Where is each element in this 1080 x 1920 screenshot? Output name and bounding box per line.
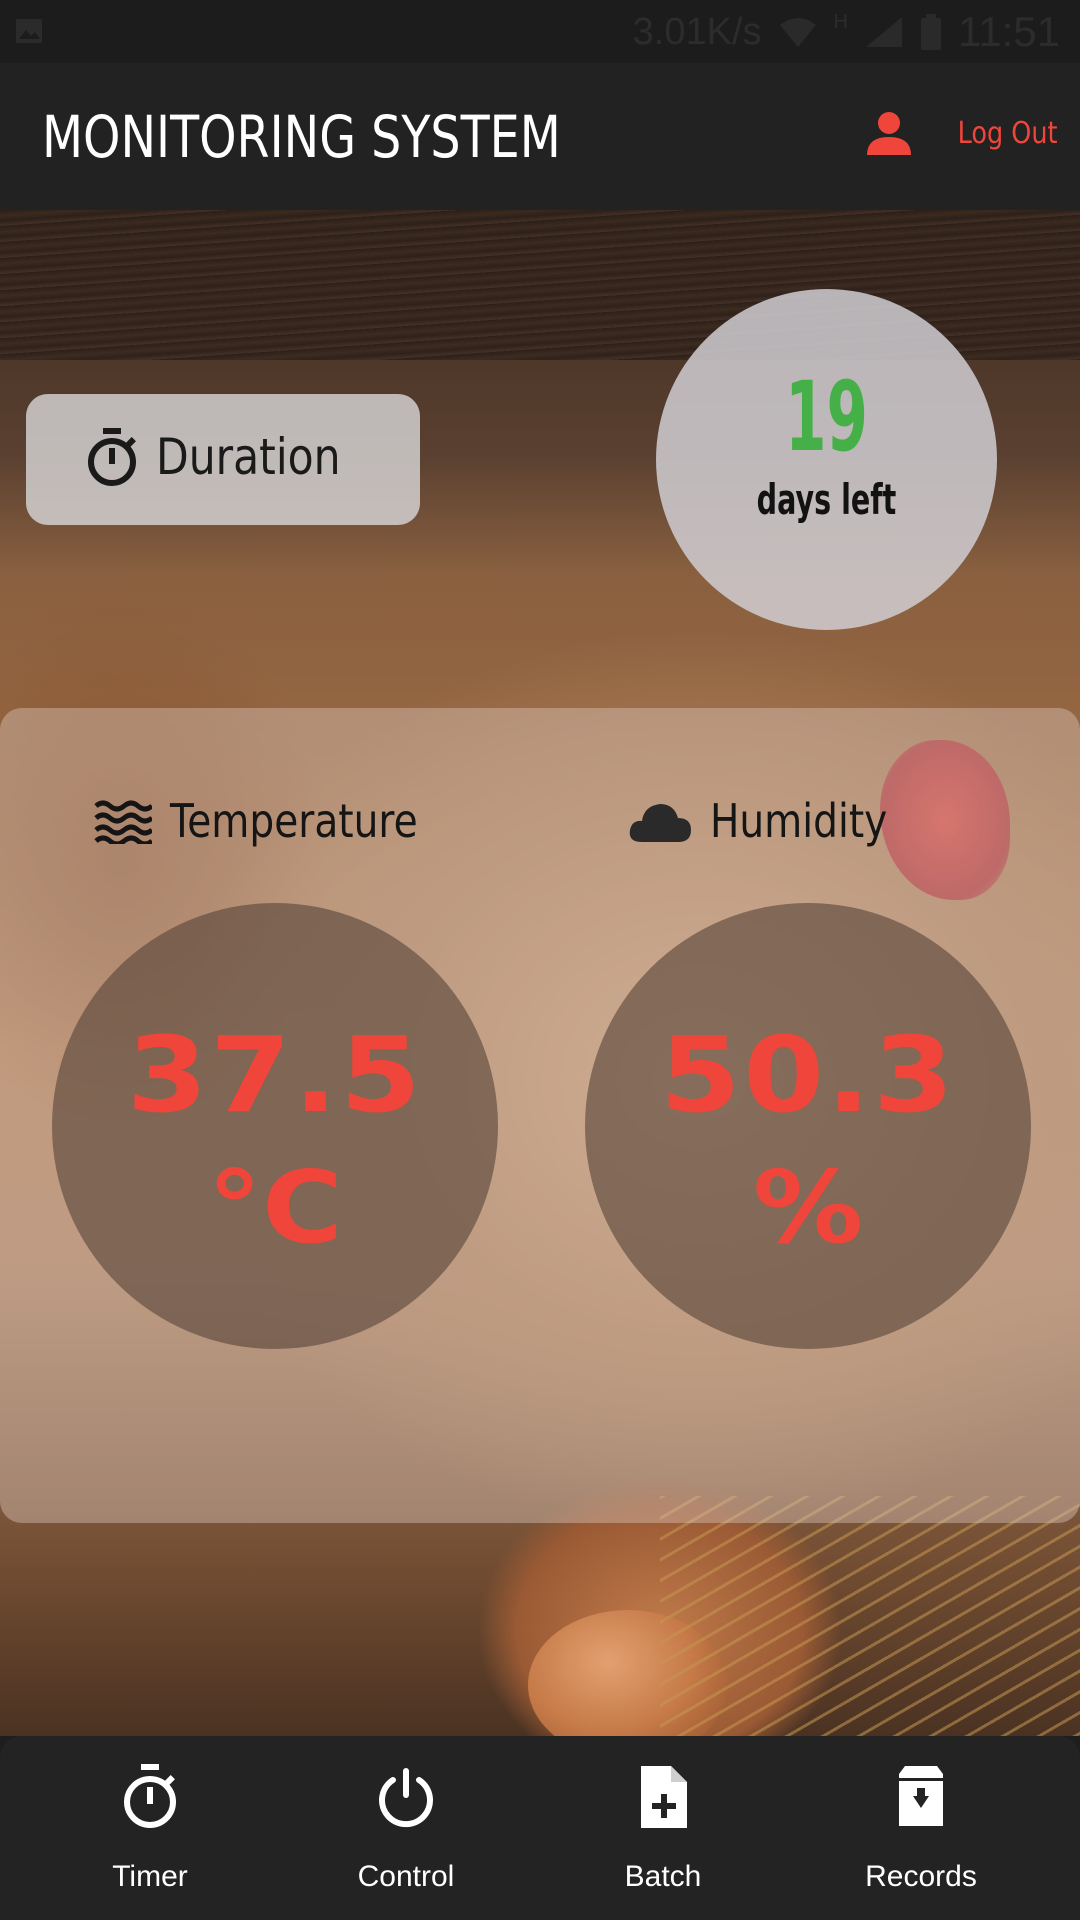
nav-item-control[interactable]: Control (271, 1736, 541, 1920)
temperature-value: 37.5 (126, 1014, 424, 1136)
clock: 11:51 (958, 8, 1060, 55)
status-bar: 3.01K/s H 11:51 (0, 0, 1080, 63)
bottom-nav: Timer Control Batch Records (0, 1736, 1080, 1920)
humidity-value: 50.3 (659, 1014, 957, 1136)
stopwatch-icon (124, 1764, 176, 1828)
logout-label: Log Out (958, 115, 1058, 151)
nav-label-control: Control (357, 1860, 455, 1893)
temperature-label: Temperature (170, 794, 418, 848)
status-right: 3.01K/s H 11:51 (633, 8, 1060, 56)
humidity-header: Humidity (628, 794, 919, 848)
logout-button[interactable]: Log Out (866, 111, 1058, 155)
power-icon (379, 1768, 433, 1828)
nav-label-records: Records (865, 1860, 977, 1893)
days-left-label: days left (756, 475, 897, 524)
temperature-header: Temperature (94, 794, 461, 848)
signal-type: H (833, 10, 848, 33)
nav-label-batch: Batch (624, 1860, 702, 1893)
person-icon (867, 112, 912, 155)
waves-icon (94, 800, 152, 844)
temperature-gauge: 37.5 °C (52, 903, 498, 1349)
days-left-value: 19 (785, 361, 868, 473)
app-bar: MONITORING SYSTEM Log Out (0, 63, 1080, 210)
readings-card: Temperature Humidity 37.5 °C 50.3 % (0, 708, 1080, 1523)
file-add-icon (641, 1766, 687, 1828)
nav-item-records[interactable]: Records (786, 1736, 1056, 1920)
humidity-unit: % (752, 1149, 864, 1266)
humidity-gauge: 50.3 % (585, 903, 1031, 1349)
duration-button[interactable]: Duration (26, 394, 420, 525)
wifi-icon (779, 18, 816, 47)
cloud-icon (629, 804, 691, 842)
stopwatch-icon (88, 428, 136, 486)
days-left-badge: 19 days left (656, 289, 997, 630)
duration-label: Duration (156, 428, 341, 486)
straw (660, 1496, 1080, 1736)
image-icon (16, 19, 42, 43)
archive-icon (899, 1766, 943, 1826)
signal-icon (866, 17, 902, 47)
nav-label-timer: Timer (112, 1860, 188, 1893)
app-title: MONITORING SYSTEM (42, 103, 561, 171)
network-speed: 3.01K/s (632, 10, 762, 53)
humidity-label: Humidity (710, 794, 888, 848)
battery-icon (921, 14, 941, 50)
nav-item-batch[interactable]: Batch (528, 1736, 798, 1920)
nav-item-timer[interactable]: Timer (15, 1736, 285, 1920)
temperature-unit: °C (207, 1149, 343, 1266)
